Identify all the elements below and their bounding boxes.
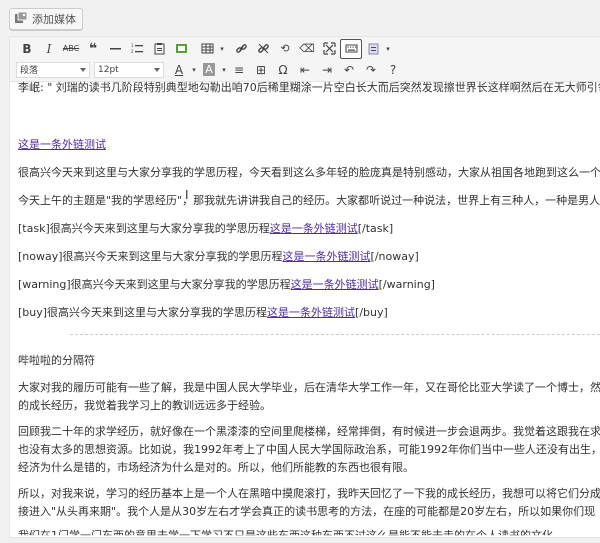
paragraph: 李岷: " 刘瑞的读书几阶段特别典型地勾勒出咱70后稀里糊涂一片空白长大而后突然…: [18, 81, 600, 94]
paragraph: 经济为什么是错的，市场经济为什么是对的。所以，他们所能教的东西也很有限。: [18, 461, 414, 474]
shortcode-text: 很高兴今天来到这里与大家分享我的学思历程: [62, 250, 283, 263]
format-select[interactable]: 段落: [16, 61, 90, 78]
editor-frame: B I ABC ❝ 12 ▾ ⟲ ⌫ ▾ 段落 12pt A ▾ A ▾ ≡ ⊞…: [9, 36, 600, 538]
strikethrough-icon[interactable]: ABC: [60, 39, 82, 59]
outbound-link[interactable]: 这是一条外链测试: [283, 250, 371, 263]
paragraph: 今天上午的主题是"我的学思经历"，那我就先讲讲我自己的经历。大家都听说过一种说法…: [18, 194, 600, 207]
shortcode-open: [task]: [18, 222, 50, 235]
outbound-link[interactable]: 这是一条外链测试: [267, 306, 355, 319]
background-color-icon[interactable]: A: [198, 60, 220, 80]
more-dropdown-caret-icon[interactable]: ▾: [384, 39, 392, 59]
chevron-down-icon: [80, 67, 86, 72]
more-separator: [70, 334, 600, 335]
shortcode-text: 很高兴今天来到这里与大家分享我的学思历程: [47, 306, 268, 319]
editor-toolbar: B I ABC ❝ 12 ▾ ⟲ ⌫ ▾ 段落 12pt A ▾ A ▾ ≡ ⊞…: [10, 37, 600, 82]
paragraph: 我们在1门学一门东西的意思去学一下学习不只是这些东西这种东西不过这么是能不能去走…: [18, 529, 553, 542]
paragraph: 所以，对我来说，学习的经历基本上是一个人在黑暗中摸爬滚打，我昨天回忆了一下我的成…: [18, 487, 600, 500]
special-character-icon[interactable]: Ω: [272, 60, 294, 80]
section-heading: 哔啦啦的分隔符: [18, 354, 95, 367]
shortcode-open: [noway]: [18, 250, 63, 263]
unlink-icon[interactable]: [252, 39, 274, 59]
text-color-icon[interactable]: [362, 39, 384, 59]
indent-icon[interactable]: ⇥: [316, 60, 338, 80]
font-size-select[interactable]: 12pt: [94, 61, 164, 78]
svg-text:1: 1: [131, 43, 134, 48]
add-media-button[interactable]: 添加媒体: [9, 8, 83, 30]
bold-icon[interactable]: B: [16, 39, 38, 59]
outbound-link[interactable]: 这是一条外链测试: [291, 278, 379, 291]
table-icon[interactable]: [196, 39, 218, 59]
shortcode-close: [/warning]: [378, 278, 435, 291]
shortcode-task: [task]很高兴今天来到这里与大家分享我的学思历程这是一条外链测试[/task…: [18, 222, 393, 236]
clear-format-icon[interactable]: ⟲: [274, 39, 296, 59]
toolbar-row-1: B I ABC ❝ 12 ▾ ⟲ ⌫ ▾: [16, 38, 392, 59]
shortcode-close: [/noway]: [370, 250, 419, 263]
horizontal-rule-icon[interactable]: [104, 39, 126, 59]
redo-icon[interactable]: ↷: [360, 60, 382, 80]
format-select-value: 段落: [20, 66, 39, 76]
shortcode-close: [/buy]: [355, 306, 388, 319]
outbound-link[interactable]: 这是一条外链测试: [18, 138, 106, 151]
shortcode-noway: [noway]很高兴今天来到这里与大家分享我的学思历程这是一条外链测试[/now…: [18, 250, 419, 264]
shortcode-warning: [warning]很高兴今天来到这里与大家分享我的学思历程这是一条外链测试[/w…: [18, 278, 435, 292]
numbered-list-icon[interactable]: 12: [126, 39, 148, 59]
font-size-select-value: 12pt: [98, 64, 119, 75]
shortcode-text: 很高兴今天来到这里与大家分享我的学思历程: [70, 278, 291, 291]
undo-icon[interactable]: ↶: [338, 60, 360, 80]
shortcode-text: 很高兴今天来到这里与大家分享我的学思历程: [49, 222, 270, 235]
paragraph: 的成长经历，我觉着我学习上的教训远远多于经验。: [18, 399, 271, 412]
keyboard-icon[interactable]: [340, 38, 362, 59]
text-color-a-icon[interactable]: A: [168, 60, 190, 80]
paragraph: 这是一条外链测试: [18, 138, 106, 152]
outbound-link[interactable]: 这是一条外链测试: [270, 222, 358, 235]
link-icon[interactable]: [230, 39, 252, 59]
background-color-caret-icon[interactable]: ▾: [220, 60, 228, 80]
paragraph: 很高兴今天来到这里与大家分享我的学思历程，今天看到这么多年轻的脸庞真是特别感动，…: [18, 166, 600, 179]
insert-image-icon[interactable]: [170, 39, 192, 59]
paragraph: 回顾我二十年的求学经历，就好像在一个黑漆漆的空间里爬楼梯，经常摔倒，有时候进一步…: [18, 425, 600, 438]
add-media-label: 添加媒体: [32, 13, 76, 26]
paste-text-icon[interactable]: ⊞: [250, 60, 272, 80]
text-color-caret-icon[interactable]: ▾: [190, 60, 198, 80]
shortcode-buy: [buy]很高兴今天来到这里与大家分享我的学思历程这是一条外链测试[/buy]: [18, 306, 388, 320]
paragraph: 接进入"从头再来期"。我个人是从30岁左右才学会真正的读书思考的方法，在座的可能…: [18, 505, 596, 518]
paragraph: 也没有太多的思想资源。比如说，我1992年考上了中国人民大学国际政治系，可能19…: [18, 443, 600, 456]
shortcode-close: [/task]: [357, 222, 394, 235]
table-dropdown-caret-icon[interactable]: ▾: [218, 39, 226, 59]
media-buttons-bar: 添加媒体: [0, 0, 600, 38]
media-icon: [14, 11, 28, 28]
expand-icon[interactable]: [318, 39, 340, 59]
svg-text:2: 2: [131, 49, 134, 54]
eraser-icon[interactable]: ⌫: [296, 39, 318, 59]
shortcode-open: [warning]: [18, 278, 71, 291]
align-left-icon[interactable]: ≡: [228, 60, 250, 80]
help-icon[interactable]: ?: [382, 60, 404, 80]
chevron-down-icon: [154, 67, 160, 72]
text-cursor-icon: I: [185, 188, 189, 202]
blockquote-icon[interactable]: ❝: [82, 39, 104, 59]
outdent-icon[interactable]: ⇤: [294, 60, 316, 80]
paragraph: 大家对我的履历可能有一些了解，我是中国人民大学毕业，后在清华大学工作一年，又在哥…: [18, 381, 600, 394]
toolbar-row-2: 段落 12pt A ▾ A ▾ ≡ ⊞ Ω ⇤ ⇥ ↶ ↷ ?: [16, 59, 404, 80]
italic-icon[interactable]: I: [38, 39, 60, 59]
paste-icon[interactable]: [148, 39, 170, 59]
shortcode-open: [buy]: [18, 306, 48, 319]
